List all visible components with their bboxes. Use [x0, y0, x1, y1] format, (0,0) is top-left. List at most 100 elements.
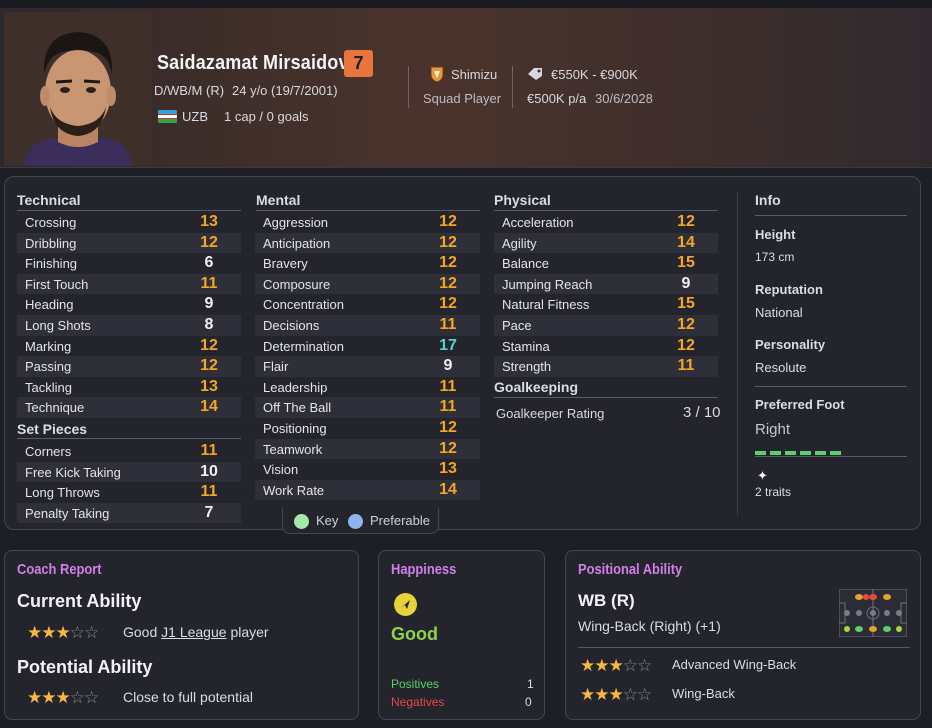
traits-count[interactable]: 2 traits — [755, 485, 791, 499]
positives-count: 1 — [527, 677, 534, 691]
attribute-row[interactable]: Determination 17 — [255, 336, 480, 357]
info-divider — [737, 192, 738, 516]
role-1-name: Advanced Wing-Back — [672, 657, 797, 672]
current-ability-label: Current Ability — [17, 591, 142, 611]
physical-title: Physical — [494, 192, 551, 208]
potential-ability-text: Close to full potential — [123, 689, 253, 705]
attribute-value: 12 — [439, 295, 457, 313]
attribute-row[interactable]: Pace 12 — [494, 315, 718, 336]
star-empty-icon: ☆ — [84, 623, 99, 642]
mental-title: Mental — [256, 192, 301, 208]
attribute-value: 6 — [204, 254, 214, 272]
role-1-stars: ★★★☆☆ — [580, 656, 652, 676]
attribute-row[interactable]: Long Throws 11 — [17, 482, 241, 503]
attribute-value: 17 — [439, 336, 457, 354]
league-link[interactable]: J1 League — [161, 624, 226, 640]
player-nation[interactable]: UZB — [182, 109, 208, 124]
attribute-label: Flair — [263, 359, 289, 375]
attribute-row[interactable]: Passing 12 — [17, 356, 241, 377]
attribute-value: 11 — [200, 442, 218, 459]
attribute-row[interactable]: Corners 11 — [17, 441, 241, 462]
info-separator — [755, 456, 907, 457]
goalkeeper-rating-value: 3 / 10 — [683, 404, 721, 421]
attribute-row[interactable]: First Touch 11 — [17, 273, 241, 295]
attribute-row[interactable]: Strength 11 — [494, 356, 718, 377]
star-filled-icon: ★ — [27, 688, 42, 707]
attribute-row[interactable]: Bravery 12 — [255, 253, 480, 274]
attribute-label: Corners — [25, 444, 72, 459]
attribute-value: 12 — [439, 233, 457, 251]
attribute-row[interactable]: Composure 12 — [255, 273, 480, 295]
star-filled-icon: ★ — [41, 688, 56, 707]
best-position-full: Wing-Back (Right) (+1) — [578, 618, 721, 634]
attribute-row[interactable]: Tackling 13 — [17, 377, 241, 398]
attribute-label: Decisions — [263, 318, 320, 333]
attribute-row[interactable]: Positioning 12 — [255, 418, 480, 439]
info-underline — [755, 215, 907, 216]
attribute-row[interactable]: Acceleration 12 — [494, 212, 718, 233]
attribute-row[interactable]: Flair 9 — [255, 356, 480, 377]
attribute-row[interactable]: Vision 13 — [255, 459, 480, 480]
attribute-value: 12 — [200, 357, 218, 375]
player-name: Saidazamat Mirsaidov — [157, 52, 349, 74]
club-name[interactable]: Shimizu — [451, 67, 497, 82]
attribute-row[interactable]: Technique 14 — [17, 397, 241, 418]
attribute-row[interactable]: Long Shots 8 — [17, 315, 241, 336]
attribute-value: 11 — [439, 316, 457, 333]
attribute-label: Technique — [25, 400, 85, 416]
attribute-row[interactable]: Aggression 12 — [255, 212, 480, 233]
attribute-row[interactable]: Heading 9 — [17, 294, 241, 315]
attribute-value: 12 — [200, 336, 218, 354]
attribute-row[interactable]: Finishing 6 — [17, 253, 241, 274]
attribute-label: Leadership — [263, 379, 328, 395]
player-header: Saidazamat Mirsaidov 7 D/WB/M (R) 24 y/o… — [0, 0, 932, 168]
attribute-row[interactable]: Teamwork 12 — [255, 438, 480, 460]
attribute-label: Off The Ball — [263, 400, 332, 416]
star-empty-icon: ☆ — [637, 685, 652, 704]
current-ability-stars: ★★★☆☆ — [27, 623, 99, 643]
attribute-row[interactable]: Concentration 12 — [255, 294, 480, 315]
attribute-row[interactable]: Stamina 12 — [494, 336, 718, 357]
attribute-value: 13 — [200, 377, 218, 395]
star-filled-icon: ★ — [594, 656, 609, 675]
star-empty-icon: ☆ — [69, 688, 85, 707]
attribute-row[interactable]: Marking 12 — [17, 336, 241, 357]
sparkle-icon: ✦ — [757, 468, 768, 483]
attribute-label: Positioning — [263, 421, 327, 436]
goalkeeping-underline — [494, 397, 718, 398]
star-filled-icon: ★ — [580, 656, 595, 675]
squad-status: Squad Player — [423, 91, 502, 106]
star-filled-icon: ★ — [608, 656, 624, 675]
attribute-row[interactable]: Off The Ball 11 — [255, 397, 480, 418]
attribute-value: 10 — [200, 462, 218, 480]
reputation-label: Reputation — [755, 282, 823, 297]
star-empty-icon: ☆ — [69, 623, 85, 642]
attribute-row[interactable]: Crossing 13 — [17, 212, 241, 233]
attribute-value: 14 — [677, 233, 695, 251]
attribute-row[interactable]: Work Rate 14 — [255, 479, 480, 501]
attribute-row[interactable]: Natural Fitness 15 — [494, 294, 718, 315]
attribute-row[interactable]: Balance 15 — [494, 253, 718, 274]
pitch-positions-icon[interactable] — [838, 588, 908, 638]
attribute-row[interactable]: Jumping Reach 9 — [494, 273, 718, 295]
legend-preferable-label: Preferable — [370, 513, 430, 528]
attribute-row[interactable]: Anticipation 12 — [255, 232, 480, 254]
player-value: €550K - €900K — [551, 67, 638, 82]
attribute-value: 14 — [439, 480, 457, 498]
positional-divider — [578, 647, 910, 648]
attribute-row[interactable]: Agility 14 — [494, 232, 718, 254]
attribute-row[interactable]: Free Kick Taking 10 — [17, 461, 241, 483]
info-separator — [755, 386, 907, 387]
attribute-value: 14 — [200, 398, 218, 416]
star-filled-icon: ★ — [55, 623, 71, 642]
info-title: Info — [755, 192, 781, 208]
attribute-row[interactable]: Penalty Taking 7 — [17, 502, 241, 524]
star-filled-icon: ★ — [580, 685, 595, 704]
attribute-row[interactable]: Decisions 11 — [255, 315, 480, 336]
attribute-label: Vision — [263, 462, 299, 478]
attribute-label: Tackling — [25, 379, 72, 395]
attribute-value: 11 — [677, 357, 695, 375]
attribute-label: Long Shots — [25, 318, 91, 333]
attribute-row[interactable]: Dribbling 12 — [17, 232, 241, 254]
attribute-row[interactable]: Leadership 11 — [255, 377, 480, 398]
